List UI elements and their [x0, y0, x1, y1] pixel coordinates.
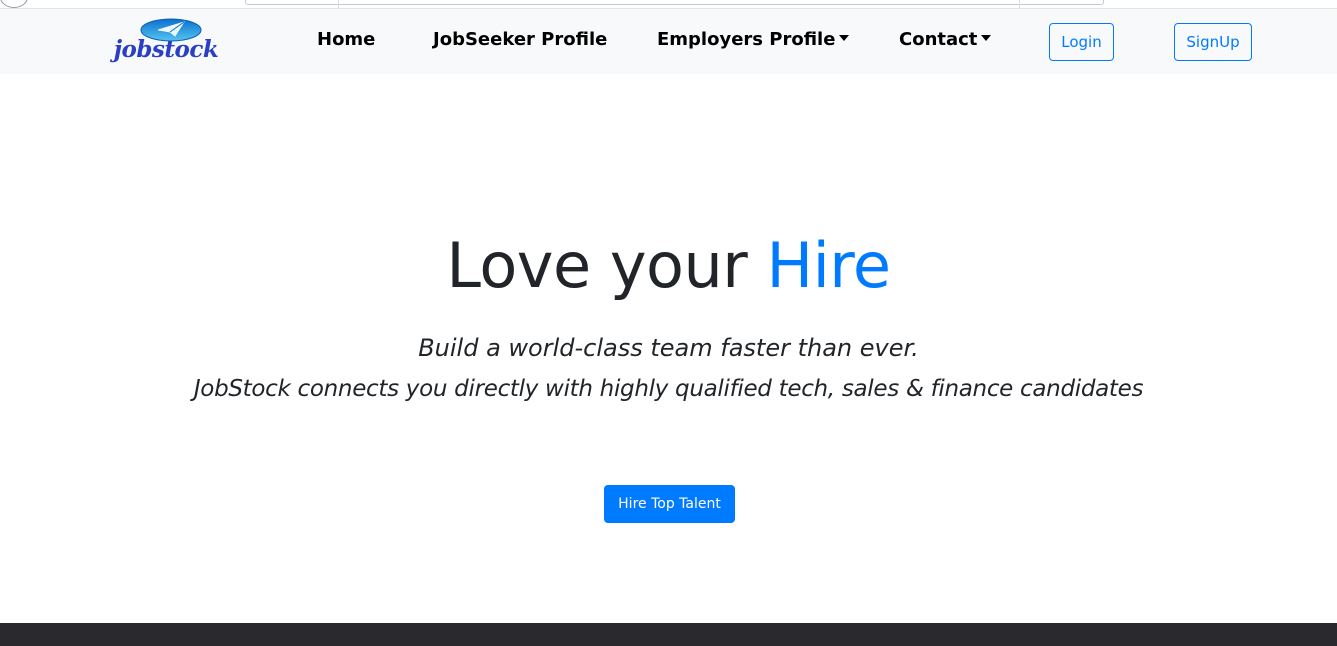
hire-top-talent-button[interactable]: Hire Top Talent [604, 485, 735, 523]
browser-divider [1019, 0, 1020, 8]
chevron-down-icon [981, 35, 992, 41]
hero-subtitle-line2: JobStock connects you directly with high… [193, 376, 1144, 402]
chevron-down-icon [839, 35, 850, 41]
nav-jobseeker-profile-link[interactable]: JobSeeker Profile [433, 28, 607, 52]
hero-title: Love your Hire [0, 224, 1337, 308]
contact-label: Contact [899, 29, 978, 50]
jobstock-logo-icon: jobstock [110, 18, 219, 63]
browser-button-edge[interactable] [0, 0, 28, 8]
nav-employers-profile-dropdown[interactable]: Employers Profile [657, 28, 850, 52]
jobstock-logo[interactable]: jobstock [96, 17, 238, 65]
signup-button[interactable]: SignUp [1174, 23, 1252, 61]
hero-title-accent: Hire [766, 229, 891, 302]
browser-chrome-strip [0, 0, 1337, 9]
nav-home-link[interactable]: Home [317, 28, 375, 52]
logo-wordmark: jobstock [110, 36, 219, 63]
hero-subtitle-line1: Build a world-class team faster than eve… [418, 334, 919, 362]
hero-title-main: Love your [446, 229, 767, 302]
employers-profile-label: Employers Profile [657, 29, 836, 50]
login-button[interactable]: Login [1049, 23, 1114, 61]
nav-contact-dropdown[interactable]: Contact [899, 28, 992, 52]
footer [0, 623, 1337, 646]
browser-divider [338, 0, 339, 8]
top-navbar: jobstock Home JobSeeker Profile Employer… [0, 9, 1337, 74]
browser-address-bar-edge[interactable] [245, 0, 1104, 5]
